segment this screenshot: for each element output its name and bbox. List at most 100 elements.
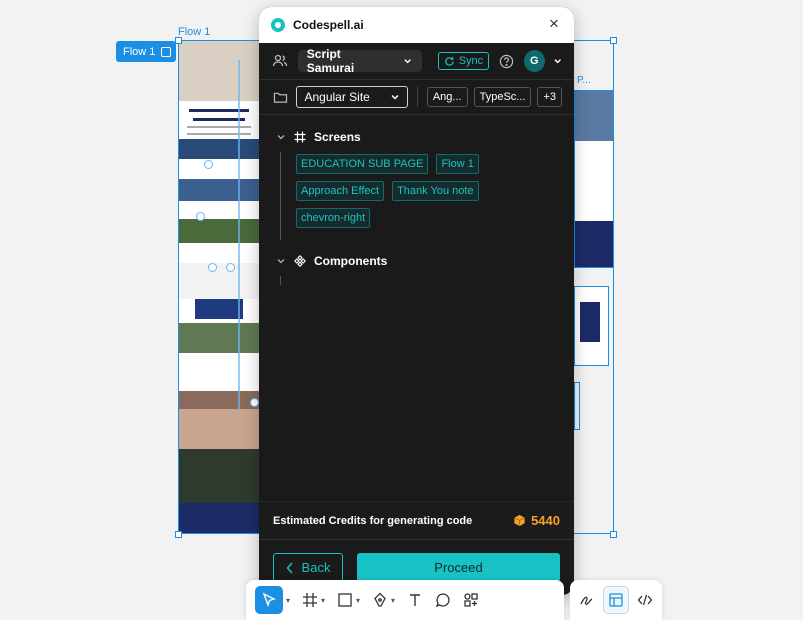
codespell-panel: Codespell.ai × Script Samurai Sync G Ang… — [259, 7, 574, 595]
design-frame-preview[interactable] — [178, 40, 260, 534]
chevron-down-icon — [391, 94, 399, 100]
scribble-icon — [580, 596, 593, 605]
resize-handle[interactable] — [610, 37, 617, 44]
comment-icon — [435, 593, 450, 608]
workspace-row: Script Samurai Sync G — [259, 43, 574, 79]
flow-node[interactable] — [250, 398, 259, 407]
workspace-select[interactable]: Script Samurai — [297, 47, 422, 75]
flow-chip[interactable]: Flow 1 — [116, 41, 176, 62]
components-icon — [294, 255, 306, 267]
codespell-logo-icon — [271, 18, 285, 32]
chevron-down-icon — [404, 59, 412, 64]
tech-tag[interactable]: Ang... — [426, 87, 468, 107]
flow-node[interactable] — [204, 160, 213, 169]
portrait-image — [179, 449, 259, 509]
flow-chip-label: Flow 1 — [123, 45, 156, 58]
screen-chip[interactable]: Approach Effect — [296, 181, 385, 201]
dev-mode-tool[interactable] — [633, 586, 658, 614]
users-icon[interactable] — [271, 51, 290, 71]
sync-button[interactable]: Sync — [437, 52, 490, 70]
credits-amount: 5440 — [531, 513, 560, 528]
flow-node[interactable] — [196, 212, 205, 221]
help-icon[interactable] — [497, 51, 516, 71]
close-icon[interactable]: × — [546, 15, 562, 32]
components-section: Components — [259, 250, 574, 285]
draw-mode-tool[interactable] — [574, 586, 599, 614]
more-tags[interactable]: +3 — [537, 87, 562, 107]
divider — [416, 87, 418, 107]
code-icon — [637, 594, 653, 606]
screen-chip[interactable]: Flow 1 — [436, 154, 479, 174]
screen-chip[interactable]: Thank You note — [392, 181, 479, 201]
people-grid-2 — [179, 409, 259, 449]
flow-node[interactable] — [208, 263, 217, 272]
text-tool[interactable] — [404, 587, 426, 613]
plugins-tool[interactable] — [460, 587, 482, 613]
square-icon — [338, 593, 352, 607]
framework-name: Angular Site — [304, 90, 370, 104]
panel-titlebar[interactable]: Codespell.ai × — [259, 7, 574, 43]
design-frame-preview-right[interactable] — [574, 90, 614, 268]
layout-icon — [609, 593, 623, 607]
screens-header[interactable]: Screens — [259, 126, 574, 148]
pen-tool[interactable]: ▾ — [369, 587, 398, 613]
reach-section — [179, 263, 259, 299]
frame-icon — [303, 593, 318, 607]
right-frame-label[interactable]: P... — [577, 75, 591, 86]
pen-icon — [374, 592, 386, 607]
sync-label: Sync — [458, 55, 484, 67]
screen-chip[interactable]: chevron-right — [296, 208, 371, 228]
refresh-icon — [444, 56, 454, 66]
chevron-down-icon — [277, 135, 285, 140]
flow-icon — [161, 46, 172, 57]
screen-chips: EDUCATION SUB PAGE Flow 1 Approach Effec… — [296, 154, 526, 228]
framework-select[interactable]: Angular Site — [296, 86, 408, 108]
components-header[interactable]: Components — [259, 250, 574, 272]
coin-box-icon — [514, 514, 525, 527]
move-tool[interactable]: ▾ — [252, 586, 293, 614]
chevron-down-icon — [277, 259, 285, 264]
credits-value: 5440 — [513, 513, 560, 528]
screens-tree: EDUCATION SUB PAGE Flow 1 Approach Effec… — [280, 148, 574, 240]
framework-row: Angular Site Ang... TypeSc... +3 — [259, 79, 574, 115]
frame-tool[interactable]: ▾ — [299, 587, 328, 613]
back-button[interactable]: Back — [273, 553, 343, 582]
screens-title: Screens — [314, 130, 361, 144]
design-mode-tool[interactable] — [603, 586, 629, 614]
hero-text — [179, 103, 259, 143]
proceed-button[interactable]: Proceed — [357, 553, 560, 582]
resize-handle[interactable] — [175, 531, 182, 538]
chevron-left-icon — [286, 561, 293, 574]
folder-icon — [271, 87, 290, 107]
image-strip — [179, 139, 259, 159]
blue-banner — [195, 299, 243, 319]
components-title: Components — [314, 254, 388, 268]
screen-chip[interactable]: EDUCATION SUB PAGE — [296, 154, 429, 174]
frame-label[interactable]: Flow 1 — [178, 26, 210, 38]
credits-label: Estimated Credits for generating code — [273, 514, 473, 527]
plugins-icon — [464, 593, 478, 607]
design-toolbar: ▾ ▾ ▾ ▾ — [246, 580, 564, 620]
tree-line — [280, 276, 281, 285]
shape-tool[interactable]: ▾ — [334, 587, 363, 613]
design-frame-preview-tiny[interactable] — [574, 382, 580, 430]
text-icon — [410, 594, 421, 606]
design-frame-preview-small[interactable] — [574, 286, 609, 366]
back-label: Back — [301, 560, 331, 575]
resize-handle[interactable] — [610, 531, 617, 538]
footer-preview — [179, 503, 259, 533]
landscape-image — [179, 323, 259, 353]
chevron-down-icon[interactable] — [553, 56, 562, 66]
tech-tag[interactable]: TypeSc... — [473, 87, 532, 107]
image-grid-2 — [179, 219, 259, 243]
app-title: Codespell.ai — [293, 18, 364, 32]
tree-line — [280, 152, 281, 240]
cursor-icon — [262, 592, 276, 608]
avatar[interactable]: G — [523, 50, 545, 72]
screens-section: Screens EDUCATION SUB PAGE Flow 1 Approa… — [259, 126, 574, 240]
resize-handle[interactable] — [175, 37, 182, 44]
hero-image — [179, 41, 259, 101]
credits-bar: Estimated Credits for generating code 54… — [259, 501, 574, 539]
flow-node[interactable] — [226, 263, 235, 272]
comment-tool[interactable] — [432, 587, 454, 613]
